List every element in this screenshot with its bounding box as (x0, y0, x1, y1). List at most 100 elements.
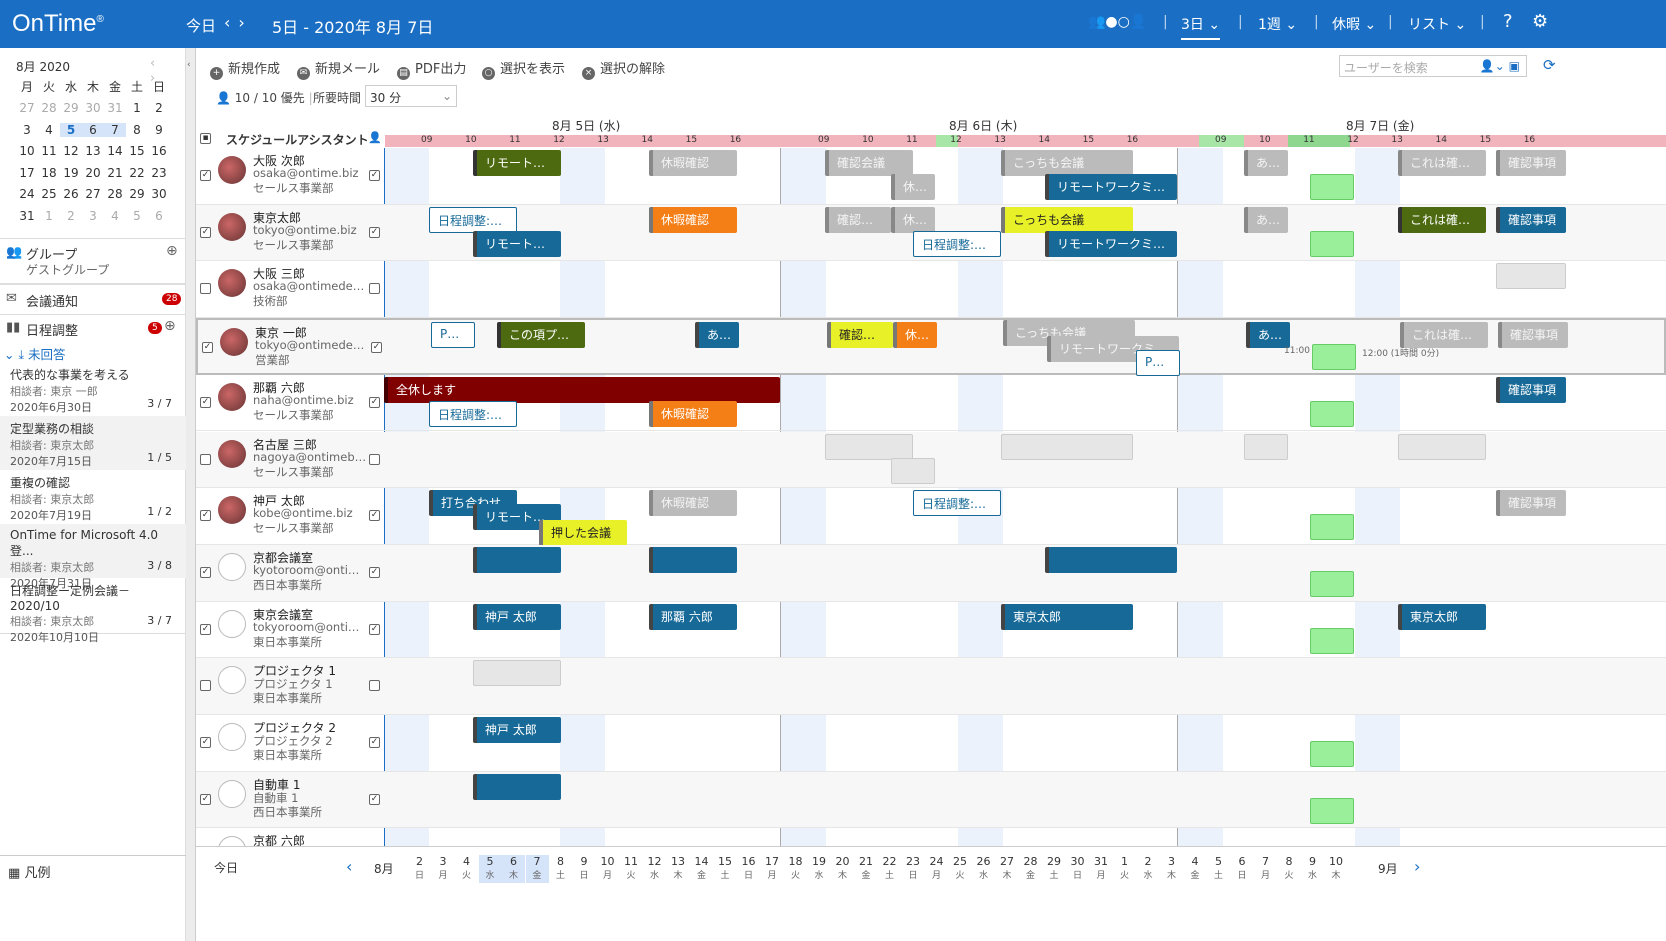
event-block[interactable]: 神戸 太郎 (473, 603, 561, 630)
view-week-button[interactable]: 1週 ⌄ (1258, 14, 1297, 34)
new-button[interactable]: + 新規作成 (210, 58, 280, 80)
strip-day[interactable]: 9日 (573, 855, 596, 883)
strip-day[interactable]: 12 水 (643, 855, 666, 883)
strip-day[interactable]: 11 火 (620, 855, 643, 883)
row-timeline[interactable] (384, 432, 1666, 488)
calendar-day[interactable]: 17 (16, 166, 38, 180)
event-block[interactable]: 那覇 六郎 (649, 603, 737, 630)
next-icon[interactable]: › (238, 13, 252, 32)
row-checkbox[interactable]: ✓ (202, 342, 213, 354)
event-block[interactable]: POL... (1136, 350, 1180, 377)
person-row[interactable]: ✓ 大阪 次郎 osaka@ontime.biz セールス事業部 ✓ リモートワ… (196, 148, 1666, 205)
calendar-day[interactable]: 1 (126, 101, 148, 115)
sidebar-splitter[interactable]: ‹ (186, 48, 196, 941)
calendar-day[interactable]: 18 (38, 166, 60, 180)
strip-day[interactable]: 27 木 (996, 855, 1019, 883)
row-checkbox-right[interactable] (369, 453, 380, 465)
strip-day[interactable]: 26 水 (972, 855, 995, 883)
event-block[interactable]: 東京太郎 (1001, 603, 1133, 630)
person-row[interactable]: ✓ 東京 一郎 tokyo@ontimedem... 営業部 ✓ POL... こ… (196, 318, 1666, 377)
view-3day-button[interactable]: 3日 ⌄ (1181, 14, 1221, 40)
todo-item[interactable]: 重複の確認 相談者: 東京太郎 2020年7月19日 1 / 2 (0, 470, 186, 524)
event-block[interactable] (649, 546, 737, 573)
strip-day[interactable]: 21 金 (855, 855, 878, 883)
event-block[interactable]: ああ... (1244, 150, 1288, 176)
row-checkbox-right[interactable]: ✓ (369, 396, 380, 408)
row-timeline[interactable]: リモートワー... 休暇確認 確認会議 休暇... こっちも会議 リモートワークミーテ..… (384, 148, 1666, 204)
strip-day[interactable]: 5土 (1207, 855, 1230, 883)
strip-day[interactable]: 30 日 (1066, 855, 1089, 883)
strip-day[interactable]: 24 月 (925, 855, 948, 883)
event-block[interactable] (1398, 433, 1486, 460)
todo-item[interactable]: 定型業務の相談 相談者: 東京太郎 2020年7月15日 1 / 5 (0, 416, 186, 470)
strip-day[interactable]: 20 木 (831, 855, 854, 883)
event-block[interactable] (825, 433, 913, 460)
vacation-button[interactable]: 休暇 ⌄ (1332, 14, 1376, 34)
event-block[interactable] (1045, 546, 1177, 573)
strip-day[interactable]: 22 土 (878, 855, 901, 883)
calendar-day[interactable]: 14 (104, 144, 126, 158)
strip-day[interactable]: 2水 (1137, 855, 1160, 883)
help-icon[interactable]: ? (1503, 11, 1513, 32)
event-block[interactable] (473, 773, 561, 800)
row-timeline[interactable]: POL...この項プロジ...あああ確認会議休暇...こっちも会議リモートワーク… (386, 320, 1666, 377)
row-timeline[interactable] (384, 261, 1666, 317)
calendar-day[interactable]: 27 (82, 187, 104, 201)
show-selection-button[interactable]: ○ 選択を表示 (482, 58, 565, 80)
calendar-day[interactable]: 2 (148, 101, 170, 115)
calendar-day[interactable]: 29 (60, 101, 82, 115)
row-timeline[interactable] (384, 658, 1666, 714)
event-block[interactable]: ああ... (1246, 322, 1290, 349)
strip-day[interactable]: 28 金 (1019, 855, 1042, 883)
event-block[interactable]: これは確認プ... (1400, 322, 1488, 349)
people-toggle-icon[interactable]: 👥●○👤 (1088, 14, 1147, 30)
priority-indicator[interactable]: 👤 10 / 10 優先 | (216, 89, 313, 106)
row-checkbox[interactable]: ✓ (200, 793, 211, 805)
available-slot[interactable] (1310, 230, 1354, 257)
person-row[interactable]: 大阪 三郎 osaka@ontimedem... 技術部 (196, 261, 1666, 319)
row-timeline[interactable]: 日程調整:On... リモートワー... 休暇確認 確認会議 休暇... 日程調整:On.… (384, 205, 1666, 261)
event-block[interactable]: 神戸 太郎 (473, 717, 561, 743)
event-block[interactable]: 休暇... (893, 322, 937, 349)
calendar-day[interactable]: 21 (104, 166, 126, 180)
strip-day[interactable]: 6日 (1231, 855, 1254, 883)
todo-item[interactable]: 代表的な事業を考える 相談者: 東京 一郎 2020年6月30日 3 / 7 (0, 362, 186, 416)
strip-day[interactable]: 10 月 (596, 855, 619, 883)
pdf-button[interactable]: ▤ PDF出力 (397, 58, 466, 80)
prev-icon[interactable]: ‹ (224, 13, 238, 32)
available-slot[interactable] (1310, 174, 1354, 200)
calendar-day[interactable]: 8 (126, 123, 148, 137)
calendar-day[interactable]: 28 (38, 101, 60, 115)
unanswered-toggle[interactable]: ⌄ ⤓ 未回答 (4, 344, 65, 363)
row-checkbox-right[interactable]: ✓ (369, 793, 380, 805)
next-icon[interactable]: › (1414, 857, 1420, 876)
person-row[interactable]: 名古屋 三郎 nagoya@ontimebiz... セールス事業部 (196, 431, 1666, 489)
strip-day[interactable]: 4火 (455, 855, 478, 883)
calendar-day[interactable]: 26 (60, 187, 82, 201)
available-slot[interactable] (1310, 797, 1354, 824)
gear-icon[interactable]: ⚙ (1532, 11, 1548, 32)
calendar-day[interactable]: 30 (148, 187, 170, 201)
strip-day[interactable]: 15 土 (714, 855, 737, 883)
person-row[interactable]: プロジェクタ 1 プロジェクタ 1 東日本事業所 (196, 658, 1666, 715)
row-checkbox[interactable]: ✓ (200, 510, 211, 522)
person-row[interactable]: ✓ 東京会議室 tokyoroom@ontim... 東日本事業所 ✓ 神戸 太… (196, 602, 1666, 659)
strip-day[interactable]: 14 金 (690, 855, 713, 883)
calendar-day[interactable]: 3 (16, 123, 38, 137)
calendar-day[interactable]: 31 (16, 209, 38, 223)
available-slot[interactable] (1310, 514, 1354, 541)
list-button[interactable]: リスト ⌄ (1408, 14, 1466, 34)
collapse-icon[interactable]: ‹ (187, 60, 191, 70)
event-block[interactable]: リモートワークミーテ... (1045, 174, 1177, 200)
calendar-day[interactable]: 31 (104, 101, 126, 115)
calendar-day[interactable]: 27 (16, 101, 38, 115)
strip-day[interactable]: 6木 (502, 855, 525, 883)
calendar-day[interactable]: 4 (38, 123, 60, 137)
row-checkbox[interactable] (200, 283, 211, 295)
event-block[interactable]: 日程調整:On... (913, 230, 1001, 257)
row-timeline[interactable]: 打ち合わせ リモートワー... 押した会議 休暇確認 日程調整:On... 確認事項 (384, 488, 1666, 547)
row-timeline[interactable] (384, 545, 1666, 601)
row-checkbox[interactable]: ✓ (200, 623, 211, 635)
available-slot[interactable] (1310, 741, 1354, 767)
today-link[interactable]: 今日 (214, 859, 238, 876)
